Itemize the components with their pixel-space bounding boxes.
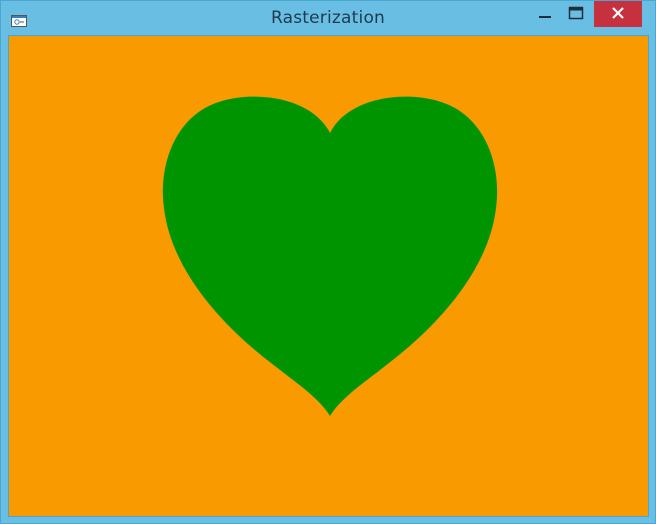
minimize-button[interactable] bbox=[531, 1, 559, 27]
maximize-icon bbox=[568, 5, 584, 24]
maximize-button[interactable] bbox=[562, 1, 590, 27]
render-canvas[interactable] bbox=[8, 35, 649, 517]
canvas-drawing bbox=[162, 96, 498, 416]
minimize-icon bbox=[538, 5, 552, 24]
heart-shape bbox=[162, 96, 498, 416]
title-bar[interactable]: Rasterization bbox=[1, 1, 655, 35]
app-window: Rasterization bbox=[0, 0, 656, 524]
close-button[interactable] bbox=[594, 1, 642, 27]
close-icon bbox=[611, 5, 625, 24]
